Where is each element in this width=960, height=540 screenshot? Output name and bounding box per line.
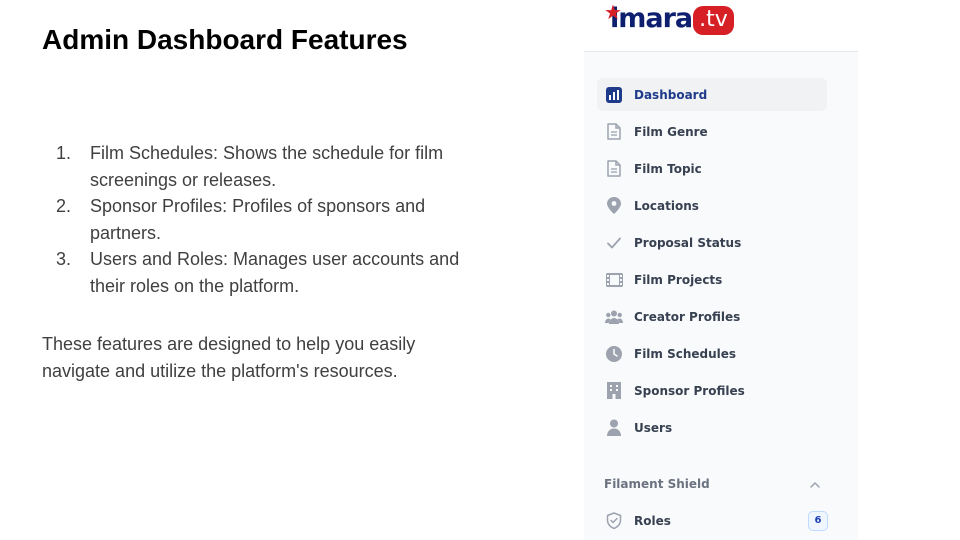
admin-sidebar-screenshot: ★ imara .tv Dashboard Film Genre Film Top… xyxy=(584,0,858,540)
list-number: 2. xyxy=(56,196,72,216)
sidebar-item-users[interactable]: Users xyxy=(597,411,827,444)
sidebar-item-label: Film Projects xyxy=(634,272,723,287)
summary-text: These features are designed to help you … xyxy=(42,334,416,381)
brand-header: ★ imara .tv xyxy=(584,0,858,52)
map-pin-icon xyxy=(605,197,623,215)
sidebar-nav: Dashboard Film Genre Film Topic Location… xyxy=(597,78,827,448)
count-badge: 6 xyxy=(808,510,828,531)
sidebar-item-dashboard[interactable]: Dashboard xyxy=(597,78,827,111)
list-text: Sponsor Profiles: Profiles of sponsors a… xyxy=(90,196,426,243)
clock-icon xyxy=(605,345,623,363)
shield-check-icon xyxy=(605,512,623,530)
slide-title: Admin Dashboard Features xyxy=(42,24,408,55)
sidebar-item-label: Creator Profiles xyxy=(634,309,741,324)
sidebar-item-label: Dashboard xyxy=(634,87,708,102)
sidebar-item-label: Users xyxy=(634,420,673,435)
list-text: Users and Roles: Manages user accounts a… xyxy=(90,249,460,296)
list-number: 1. xyxy=(56,143,72,163)
sidebar-item-locations[interactable]: Locations xyxy=(597,189,827,222)
sidebar-item-film-topic[interactable]: Film Topic xyxy=(597,152,827,185)
sidebar-item-label: Roles xyxy=(634,513,671,528)
sidebar-item-film-genre[interactable]: Film Genre xyxy=(597,115,827,148)
list-number: 3. xyxy=(56,249,72,269)
nav-group-label: Filament Shield xyxy=(604,477,710,491)
film-icon xyxy=(605,271,623,289)
user-group-icon xyxy=(605,308,623,326)
imara-tv-logo[interactable]: ★ imara .tv xyxy=(604,0,734,36)
check-icon xyxy=(605,234,623,252)
document-icon xyxy=(605,123,623,141)
logo-suffix: .tv xyxy=(693,6,734,35)
sidebar-item-label: Proposal Status xyxy=(634,235,742,250)
list-item: 2. Sponsor Profiles: Profiles of sponsor… xyxy=(50,193,490,246)
list-item: 1. Film Schedules: Shows the schedule fo… xyxy=(50,140,490,193)
sidebar-item-film-projects[interactable]: Film Projects xyxy=(597,263,827,296)
list-item: 3. Users and Roles: Manages user account… xyxy=(50,246,490,299)
chevron-up-icon[interactable] xyxy=(810,477,820,491)
sidebar-item-creator-profiles[interactable]: Creator Profiles xyxy=(597,300,827,333)
sidebar-item-label: Film Genre xyxy=(634,124,708,139)
building-icon xyxy=(605,382,623,400)
sidebar-item-label: Film Topic xyxy=(634,161,702,176)
sidebar-item-film-schedules[interactable]: Film Schedules xyxy=(597,337,827,370)
chart-bar-icon xyxy=(605,86,623,104)
sidebar-item-sponsor-profiles[interactable]: Sponsor Profiles xyxy=(597,374,827,407)
nav-group-filament-shield[interactable]: Filament Shield xyxy=(604,472,820,496)
user-icon xyxy=(605,419,623,437)
sidebar-item-label: Film Schedules xyxy=(634,346,737,361)
sidebar-item-label: Sponsor Profiles xyxy=(634,383,745,398)
sidebar-item-proposal-status[interactable]: Proposal Status xyxy=(597,226,827,259)
document-icon xyxy=(605,160,623,178)
logo-main-text: imara xyxy=(610,3,693,34)
star-icon: ★ xyxy=(604,0,622,24)
sidebar-item-roles[interactable]: Roles 6 xyxy=(597,504,835,537)
list-text: Film Schedules: Shows the schedule for f… xyxy=(90,143,444,190)
feature-list: 1. Film Schedules: Shows the schedule fo… xyxy=(50,140,490,299)
sidebar-item-label: Locations xyxy=(634,198,699,213)
